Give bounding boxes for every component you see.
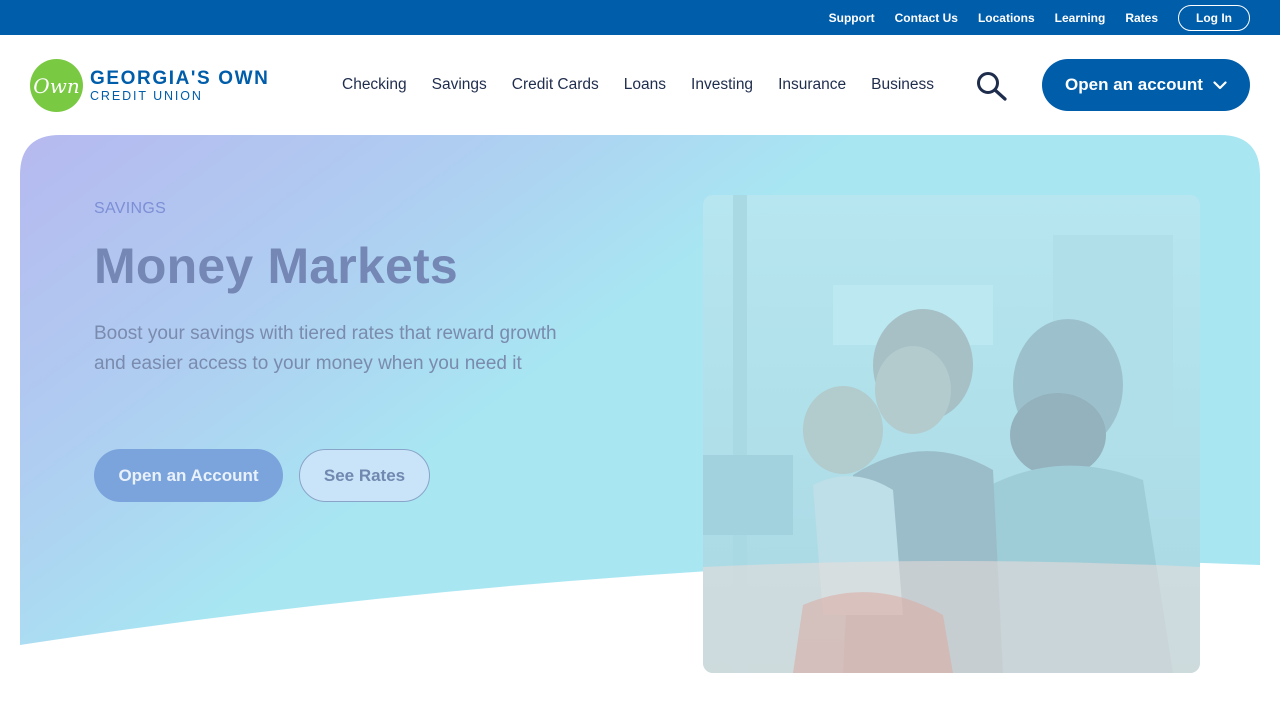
logo-line-1: GEORGIA'S OWN — [90, 67, 270, 89]
nav-item-insurance[interactable]: Insurance — [778, 76, 846, 94]
utility-link-rates[interactable]: Rates — [1125, 11, 1158, 25]
hero-description: Boost your savings with tiered rates tha… — [94, 323, 557, 374]
logo-line-2: CREDIT UNION — [90, 88, 203, 103]
utility-link-contact-us[interactable]: Contact Us — [895, 11, 958, 25]
nav-item-loans[interactable]: Loans — [624, 76, 666, 94]
utility-link-support[interactable]: Support — [829, 11, 875, 25]
nav-item-checking[interactable]: Checking — [342, 76, 407, 94]
nav-item-business[interactable]: Business — [871, 76, 934, 94]
chevron-down-icon — [1213, 80, 1227, 89]
open-account-button[interactable]: Open an account — [1042, 59, 1250, 111]
utility-link-learning[interactable]: Learning — [1055, 11, 1106, 25]
hero-section: SAVINGS Money Markets Boost your savings… — [20, 135, 1260, 673]
logo-badge: Own — [30, 59, 83, 112]
nav-item-investing[interactable]: Investing — [691, 76, 753, 94]
login-button[interactable]: Log In — [1178, 4, 1250, 31]
nav-item-credit-cards[interactable]: Credit Cards — [512, 76, 599, 94]
page-title: Money Markets — [94, 238, 458, 294]
hero-family-photo — [703, 195, 1200, 673]
nav-item-savings[interactable]: Savings — [432, 76, 487, 94]
utility-bar: Support Contact Us Locations Learning Ra… — [0, 0, 1280, 35]
logo-wordmark: GEORGIA'S OWN CREDIT UNION — [90, 67, 270, 103]
logo[interactable]: Own GEORGIA'S OWN CREDIT UNION — [30, 59, 269, 112]
utility-link-locations[interactable]: Locations — [978, 11, 1035, 25]
main-header: Own GEORGIA'S OWN CREDIT UNION Checking … — [0, 35, 1280, 135]
open-account-label: Open an account — [1065, 75, 1203, 94]
hero-eyebrow: SAVINGS — [94, 200, 167, 217]
utility-links: Support Contact Us Locations Learning Ra… — [809, 0, 1250, 35]
search-button[interactable] — [975, 71, 1009, 101]
search-icon — [977, 72, 1007, 101]
see-rates-button[interactable]: See Rates — [299, 449, 430, 502]
main-nav: Checking Savings Credit Cards Loans Inve… — [342, 35, 959, 135]
open-an-account-button[interactable]: Open an Account — [94, 449, 283, 502]
